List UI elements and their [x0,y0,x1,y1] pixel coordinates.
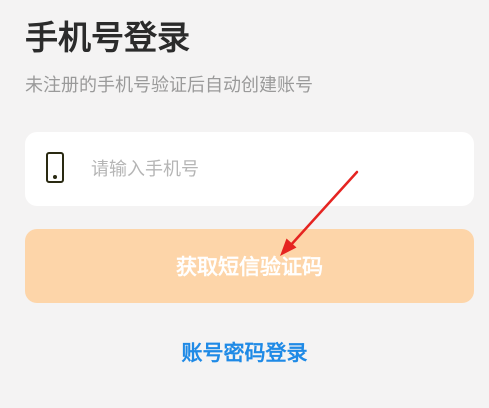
mobile-phone-icon [46,152,64,183]
get-sms-code-button[interactable]: 获取短信验证码 [25,229,474,303]
page-title: 手机号登录 [25,18,190,57]
phone-field[interactable] [25,132,474,206]
page-subtitle: 未注册的手机号验证后自动创建账号 [25,75,313,96]
phone-input[interactable] [91,152,451,186]
password-login-link[interactable]: 账号密码登录 [0,338,489,368]
